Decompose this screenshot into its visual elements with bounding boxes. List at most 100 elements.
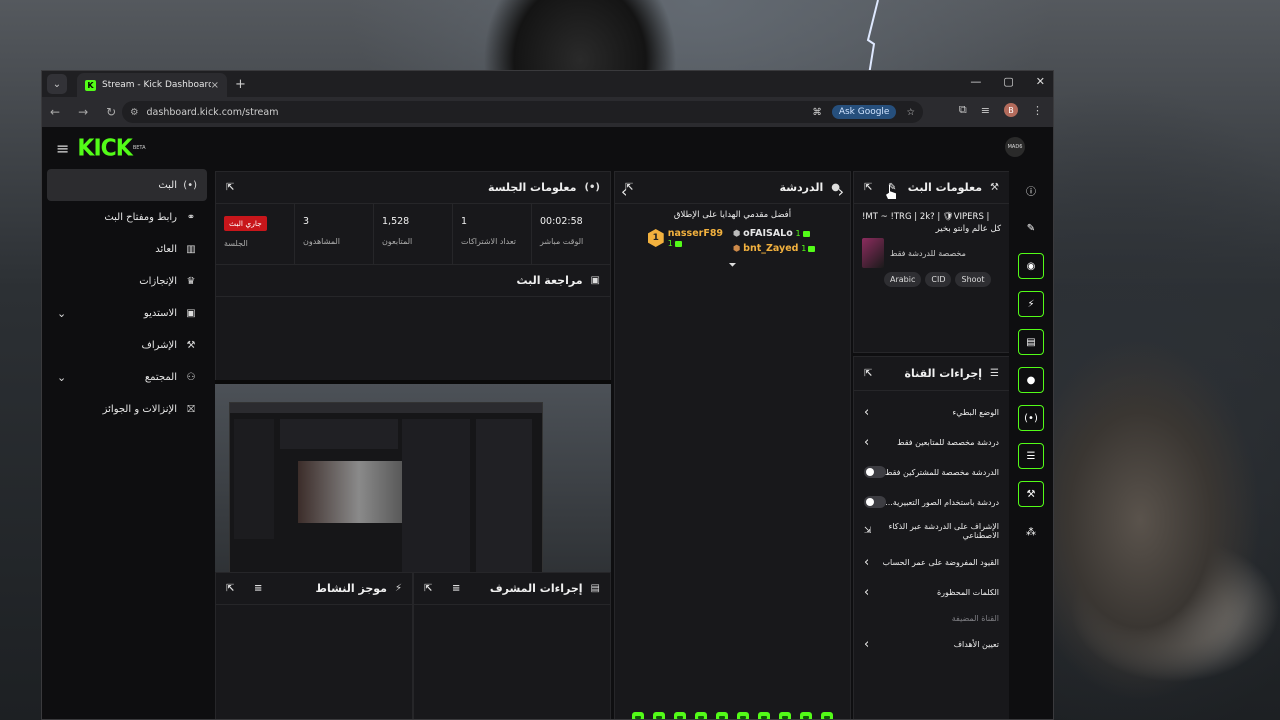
broadcast-icon[interactable]: (•) (1018, 405, 1044, 431)
browser-menu-icon[interactable]: ⋮ (1032, 104, 1043, 117)
user-avatar[interactable]: MAD6 (1005, 137, 1025, 157)
emote-icon[interactable] (758, 712, 770, 719)
sidebar-item-drops[interactable]: ⛝ الإنزالات و الجوائز (47, 393, 207, 425)
sidebar-item-community[interactable]: ⌄ ⚇ المجتمع (47, 361, 207, 393)
site-info-icon[interactable]: ⚙ (130, 107, 139, 118)
panel-header: ▤ إجراءات المشرف ≡ ⇱ (414, 573, 610, 605)
popout-icon[interactable]: ⇱ (226, 583, 234, 594)
chevron-right-icon: › (864, 584, 870, 600)
emote-icon[interactable] (779, 712, 791, 719)
tag[interactable]: Arabic (884, 272, 922, 287)
close-window-button[interactable]: ✕ (1036, 75, 1045, 88)
popout-icon[interactable]: ⇱ (226, 182, 234, 193)
collapse-icon[interactable]: ⏷ (625, 260, 840, 271)
browser-tab[interactable]: K Stream - Kick Dashboard × (77, 73, 227, 97)
popout-icon[interactable]: ⇱ (864, 368, 872, 379)
stat-subscriptions: 1 تعداد الاشتراكات (453, 204, 532, 266)
hamburger-menu-icon[interactable]: ≡ (56, 139, 69, 158)
chevron-down-icon[interactable]: ⌄ (57, 307, 66, 320)
tab-search-button[interactable]: ⌄ (47, 74, 67, 94)
gifter-row[interactable]: ⬢ bnt_Zayed 1 (733, 243, 817, 254)
beta-label: BETA (132, 145, 146, 151)
tag[interactable]: CID (925, 272, 952, 287)
preview-icon: ▣ (590, 275, 600, 286)
top-gifter[interactable]: 1 nasserF89 1 (647, 228, 724, 248)
stat-label: تعداد الاشتراكات (461, 237, 516, 246)
community-icon[interactable]: ⁂ (1018, 519, 1044, 545)
action-set-goals[interactable]: تعيين الأهداف › (854, 629, 1009, 659)
minimize-button[interactable]: — (970, 75, 981, 88)
back-icon[interactable]: ← (50, 105, 60, 119)
emote-icon[interactable] (653, 712, 665, 719)
kick-favicon-icon: K (85, 79, 96, 91)
emote-icon[interactable] (716, 712, 728, 719)
chevron-left-icon[interactable]: ‹ (621, 182, 627, 201)
maximize-button[interactable]: ▢ (1003, 75, 1013, 88)
panel-title: الدردشة (779, 181, 824, 194)
wrench-icon[interactable]: ⚒ (1018, 481, 1044, 507)
gifter-name: nasserF89 (667, 228, 724, 239)
channel-actions-icon[interactable]: ☰ (1018, 443, 1044, 469)
sidebar-item-revenue[interactable]: ▥ العائد (47, 233, 207, 265)
popout-icon[interactable]: ⇱ (424, 583, 432, 594)
stream-preview-video[interactable] (215, 380, 611, 604)
emote-icon[interactable] (674, 712, 686, 719)
kick-logo[interactable]: KICK (77, 135, 132, 161)
translate-icon[interactable]: ⌘ (812, 107, 822, 118)
gifter-row[interactable]: ⬢ oFAISALo 1 (733, 228, 817, 239)
log-icon: ▤ (590, 583, 600, 594)
panel-title: إجراءات المشرف (489, 582, 583, 595)
action-followers-only[interactable]: دردشة مخصصة للمتابعين فقط › (854, 427, 1009, 457)
action-label: القيود المفروضة على عمر الحساب (882, 557, 999, 567)
sidebar-item-stream-key[interactable]: ⚭ رابط ومفتاح البث (47, 201, 207, 233)
category-note: مخصصة للدردشة فقط (890, 248, 966, 258)
action-ai-moderation[interactable]: الإشراف على الدردشة عبر الذكاء الاصطناعي… (854, 517, 1009, 547)
emote-icon[interactable] (737, 712, 749, 719)
bolt-icon[interactable]: ⚡ (1018, 291, 1044, 317)
tab-title: Stream - Kick Dashboard (102, 80, 211, 90)
pencil-icon[interactable]: ✎ (1018, 215, 1044, 241)
action-subscribers-only[interactable]: الدردشة مخصصة للمشتركين فقط (854, 457, 1009, 487)
toggle-switch[interactable] (864, 496, 886, 508)
gift-icon: ⛝ (187, 403, 195, 415)
document-icon[interactable]: ▤ (1018, 329, 1044, 355)
ask-google-button[interactable]: Ask Google (831, 105, 897, 119)
emote-icon[interactable] (695, 712, 707, 719)
sidebar-item-label: رابط ومفتاح البث (104, 211, 177, 223)
tag[interactable]: Shoot (955, 272, 991, 287)
stat-live-time: 00:02:58 الوقت مباشر (532, 204, 610, 266)
chevron-down-icon[interactable]: ⌄ (57, 371, 66, 384)
forward-icon[interactable]: → (78, 105, 88, 119)
chat-icon[interactable]: ● (1018, 367, 1044, 393)
kick-dashboard: ≡ KICK BETA MAD6 (•) البث ⚭ رابط ومفتاح الب… (42, 127, 1053, 719)
action-account-age[interactable]: القيود المفروضة على عمر الحساب › (854, 547, 1009, 577)
mod-actions-panel: ▤ إجراءات المشرف ≡ ⇱ (413, 572, 611, 719)
emote-icon[interactable] (821, 712, 833, 719)
url-field[interactable]: ⚙ dashboard.kick.com/stream ⌘ Ask Google… (122, 101, 923, 123)
sidebar-item-stream[interactable]: (•) البث (47, 169, 207, 201)
media-icon[interactable]: ≡ (981, 104, 990, 117)
sidebar-item-studio[interactable]: ⌄ ▣ الاستديو (47, 297, 207, 329)
bookmark-star-icon[interactable]: ☆ (906, 107, 915, 118)
sidebar-item-label: المجتمع (144, 371, 177, 383)
popout-icon[interactable]: ⇱ (864, 182, 872, 193)
sidebar-item-moderation[interactable]: ⚒ الإشراف (47, 329, 207, 361)
tab-close-icon[interactable]: × (211, 80, 219, 91)
reload-icon[interactable]: ↻ (106, 105, 116, 119)
new-tab-button[interactable]: + (235, 77, 246, 92)
filter-icon[interactable]: ≡ (452, 583, 460, 594)
toggle-switch[interactable] (864, 466, 886, 478)
sidebar-item-achievements[interactable]: ♛ الإنجازات (47, 265, 207, 297)
chevron-right-icon: › (864, 404, 870, 420)
action-banned-words[interactable]: الكلمات المحظورة › (854, 577, 1009, 607)
action-emote-only[interactable]: دردشة باستخدام الصور التعبيرية... (854, 487, 1009, 517)
chevron-right-icon[interactable]: › (838, 182, 844, 201)
filter-icon[interactable]: ≡ (254, 583, 262, 594)
emote-icon[interactable] (632, 712, 644, 719)
profile-avatar[interactable]: B (1004, 103, 1018, 117)
camera-icon[interactable]: ◉ (1018, 253, 1044, 279)
emote-icon[interactable] (800, 712, 812, 719)
extensions-icon[interactable]: ⧉ (959, 103, 967, 117)
action-slow-mode[interactable]: الوضع البطيء › (854, 397, 1009, 427)
info-icon[interactable]: ⓘ (1018, 177, 1044, 203)
